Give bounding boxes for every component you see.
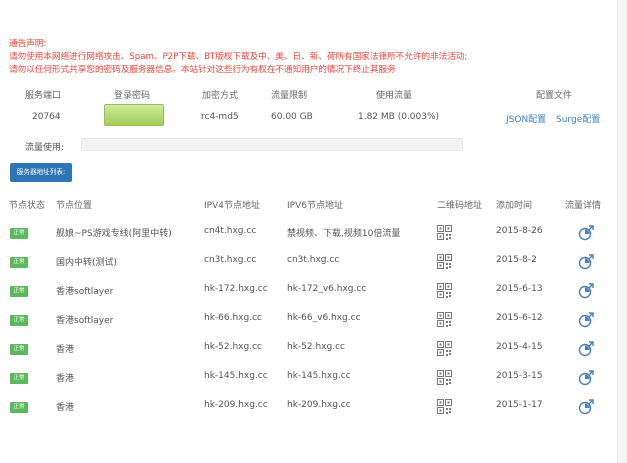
node-date: 2015-8-26 <box>496 226 543 236</box>
th-traffic: 流量详情 <box>565 201 602 211</box>
traffic-chart-icon[interactable] <box>578 282 594 300</box>
th-location: 节点位置 <box>56 201 93 211</box>
notice-line-1: 请勿使用本网络进行网络攻击、Spam、P2P下载、BT版权下载及中、美、日、新、… <box>9 52 468 62</box>
th-status: 节点状态 <box>9 201 46 211</box>
status-badge: 正常 <box>10 344 28 355</box>
node-ipv4: hk-209.hxg.cc <box>204 400 268 410</box>
node-ipv6: cn3t.hxg.cc <box>287 255 340 265</box>
node-ipv4: hk-172.hxg.cc <box>204 284 268 294</box>
table-row: 正常 香港softlayer hk-66.hxg.cc hk-66_v6.hxg.cc… <box>0 311 610 341</box>
table-row: 正常 国内中转(测试) cn3t.hxg.cc cn3t.hxg.cc 2015-8-2 <box>0 253 610 283</box>
node-date: 2015-8-2 <box>496 255 537 265</box>
table-row: 正常 香港 hk-145.hxg.cc hk-145.hxg.cc 2015-3-15 <box>0 369 610 399</box>
header-password: 登录密码 <box>114 91 151 101</box>
node-date: 2015-3-15 <box>496 371 543 381</box>
service-method: rc4-md5 <box>201 112 239 122</box>
server-list-button[interactable]: 服务器地址列表: <box>10 163 72 182</box>
node-date: 2015-6-13 <box>496 284 543 294</box>
node-ipv4: cn4t.hxg.cc <box>204 226 257 236</box>
node-date: 2015-4-15 <box>496 342 543 352</box>
header-used: 使用流量 <box>376 91 413 101</box>
table-row: 正常 香港softlayer hk-172.hxg.cc hk-172_v6.hxg.… <box>0 282 610 312</box>
node-ipv6: hk-209.hxg.cc <box>287 400 351 410</box>
header-port: 服务端口 <box>25 91 62 101</box>
service-used: 1.82 MB (0.003%) <box>358 112 440 122</box>
node-location: 国内中转(测试) <box>56 258 118 268</box>
node-ipv6: 禁视频、下载,视频10倍流量 <box>287 229 401 239</box>
node-location: 香港 <box>56 403 75 413</box>
node-date: 2015-1-17 <box>496 400 543 410</box>
qr-code-icon[interactable] <box>437 341 452 357</box>
notice-title: 通告声明: <box>9 39 47 49</box>
service-row: 20764 rc4-md5 60.00 GB 1.82 MB (0.003%) … <box>0 112 610 126</box>
qr-code-icon[interactable] <box>437 399 452 415</box>
qr-code-icon[interactable] <box>437 312 452 328</box>
node-location: 舰娘~PS游戏专线(阿里中转) <box>56 229 172 239</box>
traffic-chart-icon[interactable] <box>578 253 594 271</box>
node-ipv4: hk-66.hxg.cc <box>204 313 262 323</box>
node-ipv4: cn3t.hxg.cc <box>204 255 257 265</box>
th-ipv6: IPV6节点地址 <box>287 201 343 211</box>
qr-code-icon[interactable] <box>437 225 452 241</box>
node-location: 香港 <box>56 374 75 384</box>
right-scroll-edge <box>617 0 627 463</box>
th-qr: 二维码地址 <box>437 201 483 211</box>
th-date: 添加时间 <box>496 201 533 211</box>
node-location: 香港 <box>56 345 75 355</box>
traffic-chart-icon[interactable] <box>578 311 594 329</box>
service-limit: 60.00 GB <box>271 112 313 122</box>
qr-code-icon[interactable] <box>437 283 452 299</box>
traffic-chart-icon[interactable] <box>578 224 594 242</box>
node-location: 香港softlayer <box>56 316 114 326</box>
status-badge: 正常 <box>10 315 28 326</box>
traffic-chart-icon[interactable] <box>578 340 594 358</box>
qr-code-icon[interactable] <box>437 254 452 270</box>
table-row: 正常 舰娘~PS游戏专线(阿里中转) cn4t.hxg.cc 禁视频、下载,视频10倍… <box>0 224 610 254</box>
node-ipv6: hk-52.hxg.cc <box>287 342 345 352</box>
status-badge: 正常 <box>10 286 28 297</box>
node-ipv4: hk-52.hxg.cc <box>204 342 262 352</box>
status-badge: 正常 <box>10 402 28 413</box>
status-badge: 正常 <box>10 373 28 384</box>
status-badge: 正常 <box>10 257 28 268</box>
table-row: 正常 香港 hk-52.hxg.cc hk-52.hxg.cc 2015-4-15 <box>0 340 610 370</box>
traffic-chart-icon[interactable] <box>578 398 594 416</box>
qr-code-icon[interactable] <box>437 370 452 386</box>
node-ipv6: hk-145.hxg.cc <box>287 371 351 381</box>
node-date: 2015-6-12 <box>496 313 543 323</box>
node-ipv4: hk-145.hxg.cc <box>204 371 268 381</box>
th-ipv4: IPV4节点地址 <box>204 201 260 211</box>
node-ipv6: hk-66_v6.hxg.cc <box>287 313 361 323</box>
notice-block: 通告声明: 请勿使用本网络进行网络攻击、Spam、P2P下载、BT版权下载及中、… <box>9 38 467 77</box>
header-config: 配置文件 <box>536 91 573 101</box>
header-limit: 流量限制 <box>271 91 308 101</box>
table-row: 正常 香港 hk-209.hxg.cc hk-209.hxg.cc 2015-1-17 <box>0 398 610 428</box>
json-config-link[interactable]: JSON配置 <box>506 112 546 125</box>
node-location: 香港softlayer <box>56 287 114 297</box>
service-port: 20764 <box>32 112 61 122</box>
traffic-chart-icon[interactable] <box>578 369 594 387</box>
usage-progress-bar <box>81 138 463 151</box>
node-ipv6: hk-172_v6.hxg.cc <box>287 284 367 294</box>
header-method: 加密方式 <box>202 91 239 101</box>
usage-label: 流量使用: <box>25 143 65 153</box>
notice-line-2: 请勿以任何形式共享您的密码及服务器信息。本站针对这些行为有权在不通知用户的情况下… <box>9 65 396 75</box>
table-header: 节点状态 节点位置 IPV4节点地址 IPV6节点地址 二维码地址 添加时间 流… <box>0 198 610 212</box>
status-badge: 正常 <box>10 228 28 239</box>
surge-config-link[interactable]: Surge配置 <box>556 112 600 125</box>
service-header: 服务端口 登录密码 加密方式 流量限制 使用流量 配置文件 <box>0 88 610 102</box>
